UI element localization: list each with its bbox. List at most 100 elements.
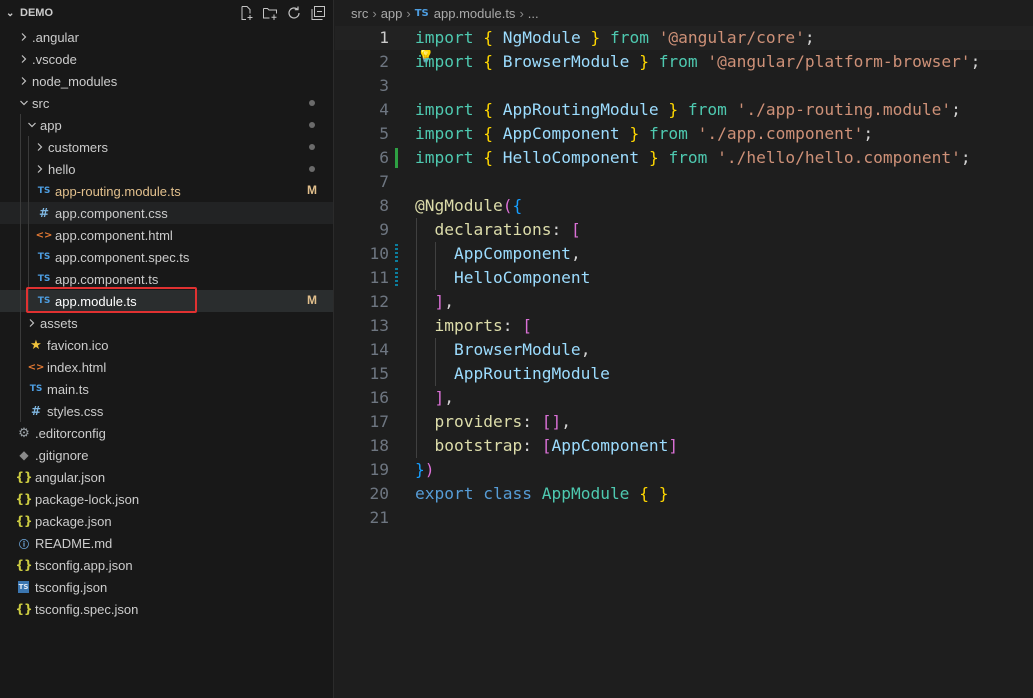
code-token: , — [561, 412, 571, 431]
tree-item-label: app.component.ts — [55, 271, 159, 287]
code-token: { — [483, 28, 493, 47]
json-file-icon: {} — [15, 470, 33, 484]
tree-item[interactable]: hello — [0, 158, 333, 180]
tree-item[interactable]: ⓘ README.md — [0, 532, 333, 554]
refresh-icon[interactable] — [285, 4, 303, 22]
file-tree: . angular. vscode node_modulessrc app custome… — [0, 26, 333, 620]
code-line[interactable]: 20 export class AppModule { } — [335, 482, 1033, 506]
indent-guide — [28, 246, 29, 268]
tree-item[interactable]: customers — [0, 136, 333, 158]
tree-item-label: angular.json — [35, 469, 106, 485]
explorer-sidebar: ⌄ DEMO . angular. vscode node_modulessrc app… — [0, 0, 334, 698]
code-token: } — [629, 124, 640, 143]
tree-item[interactable]: src — [0, 92, 333, 114]
new-folder-icon[interactable] — [261, 4, 279, 22]
tree-item[interactable]: TS app.module.ts M — [0, 290, 333, 312]
tree-item[interactable]: {} package-lock.json — [0, 488, 333, 510]
indent-guide — [20, 356, 21, 378]
typescript-file-icon: TS — [37, 274, 51, 284]
code-token: } — [658, 484, 669, 503]
indent-guide — [20, 400, 21, 422]
tree-item[interactable]: ★ favicon.ico — [0, 334, 333, 356]
tree-item[interactable]: TS app.component.ts — [0, 268, 333, 290]
code-line[interactable]: 4 import { AppRoutingModule } from './app… — [335, 98, 1033, 122]
code-line[interactable]: 18 bootstrap: [AppComponent] — [335, 434, 1033, 458]
line-number: 14 — [369, 340, 390, 359]
code-line[interactable]: 12 ], — [335, 290, 1033, 314]
code-line[interactable]: 3 — [335, 74, 1033, 98]
git-gutter-mark[interactable] — [395, 148, 398, 168]
tree-item[interactable]: # app.component.css — [0, 202, 333, 224]
code-line[interactable]: 10 AppComponent, — [335, 242, 1033, 266]
breadcrumb-app[interactable]: app — [381, 6, 403, 21]
tree-item[interactable]: ⚙. editorconfig — [0, 422, 333, 444]
breadcrumb-more[interactable]: ... — [528, 6, 539, 21]
code-line[interactable]: 13 imports: [ — [335, 314, 1033, 338]
tree-item[interactable]: ◆. gitignore — [0, 444, 333, 466]
tree-item[interactable]: {} tsconfig.app.json — [0, 554, 333, 576]
tree-item[interactable]: node_modules — [0, 70, 333, 92]
tree-item-label: app.module.ts — [55, 293, 137, 309]
code-line[interactable]: 19}) — [335, 458, 1033, 482]
indent-guide — [20, 246, 21, 268]
code-token: from — [668, 148, 708, 167]
json-file-icon: {} — [15, 492, 33, 506]
code-line[interactable]: 11 HelloComponent — [335, 266, 1033, 290]
git-gutter-mark[interactable] — [395, 244, 398, 264]
tree-item[interactable]: TS tsconfig.json — [0, 576, 333, 598]
chevron-right-icon — [16, 76, 32, 86]
tree-item[interactable]: TS app-routing.module.ts M — [0, 180, 333, 202]
collapse-all-icon[interactable] — [309, 4, 327, 22]
code-line[interactable]: 14 BrowserModule, — [335, 338, 1033, 362]
new-file-icon[interactable] — [237, 4, 255, 22]
code-line[interactable]: 16 ], — [335, 386, 1033, 410]
code-text: providers: [], — [415, 410, 571, 434]
code-line[interactable]: 9 declarations: [ — [335, 218, 1033, 242]
tree-item[interactable]: {} package.json — [0, 510, 333, 532]
code-editor[interactable]: 💡 1 import { NgModule } from '@angular/co… — [335, 26, 1033, 698]
tree-item[interactable]: assets — [0, 312, 333, 334]
code-token: declarations — [434, 220, 552, 239]
code-line[interactable]: 2 import { BrowserModule } from '@angular… — [335, 50, 1033, 74]
indent-guide — [20, 268, 21, 290]
breadcrumb-file[interactable]: app.module.ts — [434, 6, 516, 21]
tree-item[interactable]: {} tsconfig.spec.json — [0, 598, 333, 620]
code-line[interactable]: 6 import { HelloComponent } from './hello… — [335, 146, 1033, 170]
code-token: NgModule — [502, 28, 581, 47]
tree-item[interactable]: . vscode — [0, 48, 333, 70]
code-token: AppRoutingModule — [502, 100, 659, 119]
tree-item[interactable]: {} angular.json — [0, 466, 333, 488]
code-line[interactable]: 5 import { AppComponent } from './app.com… — [335, 122, 1033, 146]
git-gutter-mark[interactable] — [395, 268, 398, 288]
code-line[interactable]: 17 providers: [], — [335, 410, 1033, 434]
explorer-header[interactable]: ⌄ DEMO — [0, 0, 333, 26]
code-line[interactable]: 1 import { NgModule } from '@angular/core… — [335, 26, 1033, 50]
chevron-right-icon — [32, 164, 48, 174]
tree-item-label: styles.css — [47, 403, 104, 419]
breadcrumb-src[interactable]: src — [351, 6, 368, 21]
tree-item[interactable]: TS app.component.spec.ts — [0, 246, 333, 268]
tree-item[interactable]: <> app.component.html — [0, 224, 333, 246]
code-token: HelloComponent — [453, 268, 591, 287]
code-token: AppModule — [541, 484, 630, 503]
tree-item[interactable]: TS main.ts — [0, 378, 333, 400]
code-line[interactable]: 15 AppRoutingModule — [335, 362, 1033, 386]
code-line[interactable]: 7 — [335, 170, 1033, 194]
code-token: } — [639, 52, 649, 71]
line-number: 5 — [379, 124, 389, 143]
chevron-right-icon — [16, 54, 32, 64]
line-number: 3 — [379, 76, 389, 95]
code-line[interactable]: 8 @NgModule({ — [335, 194, 1033, 218]
tree-item[interactable]: <> index.html — [0, 356, 333, 378]
tree-item[interactable]: . angular — [0, 26, 333, 48]
tree-item-label: src — [32, 95, 50, 111]
tree-item[interactable]: # styles.css — [0, 400, 333, 422]
code-line[interactable]: 21 — [335, 506, 1033, 530]
tree-item[interactable]: app — [0, 114, 333, 136]
code-token: import — [415, 148, 474, 167]
code-token: import — [415, 28, 474, 47]
